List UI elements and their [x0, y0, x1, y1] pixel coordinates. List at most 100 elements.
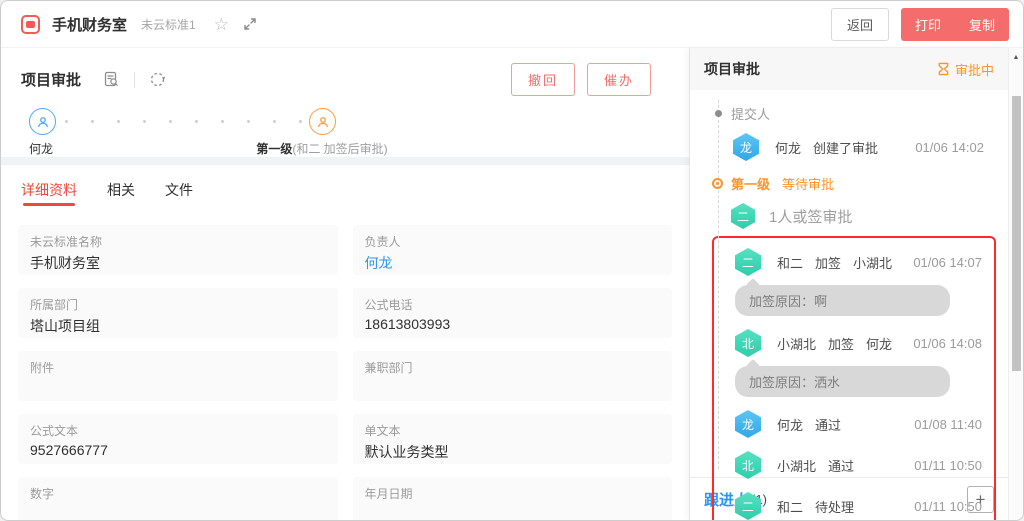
- approval-detail-icon[interactable]: [103, 71, 120, 88]
- tab-detail[interactable]: 详细资料: [21, 180, 77, 212]
- avatar-hexagon: 龙: [733, 133, 759, 161]
- timeline-stage: 第一级 等待审批: [712, 174, 1008, 193]
- field-label: 未云标准名称: [30, 233, 326, 250]
- entry-name: 小湖北: [777, 456, 816, 475]
- detail-tabs: 详细资料 相关 文件: [1, 165, 689, 212]
- tab-files[interactable]: 文件: [165, 180, 193, 212]
- entry-action: 待处理: [815, 497, 854, 516]
- scrollbar-up-icon[interactable]: ▲: [1009, 54, 1023, 61]
- back-button[interactable]: 返回: [831, 8, 889, 41]
- section-separator: [1, 157, 689, 164]
- entry-action: 通过: [815, 415, 841, 434]
- field-value: 塔山项目组: [30, 316, 326, 336]
- urge-button[interactable]: 催办: [587, 63, 651, 96]
- entry-time: 01/06 14:08: [913, 336, 982, 351]
- print-button[interactable]: 打印: [901, 8, 955, 41]
- avatar-hexagon: 二: [731, 203, 755, 229]
- approval-timeline: 提交人 龙 何龙 创建了审批 01/06 14:02 第一级 等待审批 二 1人…: [690, 90, 1008, 477]
- sidebar-title: 项目审批: [704, 59, 760, 79]
- flow-submitter-name: 何龙: [29, 140, 53, 157]
- app-logo-icon: [21, 15, 40, 34]
- flow-stage-label: 第一级(和二 加签后审批): [172, 140, 472, 157]
- record-type-tag: 未云标准1: [141, 16, 196, 33]
- annotation-red-box: 二 和二 加签 小湖北 01/06 14:07 加签原因：啊 北 小湖北 加签 …: [712, 236, 996, 521]
- field-value-link[interactable]: 何龙: [365, 253, 661, 273]
- timeline-entry-created: 龙 何龙 创建了审批 01/06 14:02: [733, 133, 996, 161]
- stage-bullet-icon: [712, 178, 723, 189]
- refresh-flow-icon[interactable]: [149, 71, 166, 88]
- approval-sidebar: 项目审批 审批中 提交人 龙 何龙 创建了审批 01/06 14:02: [689, 48, 1008, 520]
- app-window: 手机财务室 未云标准1 ☆ 返回 打印 复制 项目审批: [0, 0, 1024, 521]
- field-date: 年月日期: [353, 477, 673, 521]
- field-label: 年月日期: [365, 485, 661, 502]
- stage-name: 第一级: [731, 174, 770, 193]
- avatar-hexagon: 二: [735, 248, 761, 276]
- status-text: 审批中: [955, 60, 994, 79]
- entry-time: 01/11 10:50: [914, 499, 982, 514]
- timeline-group: 二 1人或签审批: [731, 203, 1008, 229]
- entry-time: 01/06 14:07: [913, 255, 982, 270]
- entry-name: 小湖北: [777, 334, 816, 353]
- timeline-entry: 二 和二 待处理 01/11 10:50: [735, 492, 982, 520]
- hourglass-icon: [937, 62, 950, 76]
- field-grid: 未云标准名称手机财务室 负责人何龙 所属部门塔山项目组 公式电话 18613803…: [1, 212, 689, 521]
- entry-time: 01/06 14:02: [915, 140, 984, 155]
- field-attachment: 附件: [18, 351, 338, 401]
- field-value: 18613803993: [365, 316, 661, 332]
- note-bubble: 加签原因：啊: [735, 285, 950, 316]
- avatar-hexagon: 龙: [735, 410, 761, 438]
- field-label: 负责人: [365, 233, 661, 250]
- copy-button[interactable]: 复制: [955, 8, 1009, 41]
- top-header: 手机财务室 未云标准1 ☆ 返回 打印 复制: [1, 1, 1023, 48]
- entry-time: 01/11 10:50: [914, 458, 982, 473]
- favorite-star-icon[interactable]: ☆: [214, 16, 229, 33]
- field-name: 未云标准名称手机财务室: [18, 225, 338, 275]
- field-label: 公式电话: [365, 296, 661, 313]
- entry-action: 通过: [828, 456, 854, 475]
- field-department: 所属部门塔山项目组: [18, 288, 338, 338]
- scrollbar-thumb[interactable]: [1012, 96, 1021, 371]
- timeline-submitter: 提交人: [715, 104, 1008, 123]
- withdraw-button[interactable]: 撤回: [511, 63, 575, 96]
- entry-action: 加签: [828, 334, 854, 353]
- field-value: 默认业务类型: [365, 442, 661, 462]
- submitter-label: 提交人: [731, 104, 770, 123]
- main-content: 项目审批 撤回 催办 何龙: [1, 48, 689, 520]
- scrollbar[interactable]: ▲: [1008, 48, 1023, 520]
- stage-status: 等待审批: [782, 174, 834, 193]
- field-formula-text: 公式文本 9527666777: [18, 414, 338, 464]
- action-button-group: 打印 复制: [901, 8, 1009, 41]
- field-label: 附件: [30, 359, 326, 376]
- approval-title: 项目审批: [21, 69, 81, 90]
- sidebar-header: 项目审批 审批中: [690, 48, 1008, 90]
- field-label: 公式文本: [30, 422, 326, 439]
- avatar-hexagon: 北: [735, 451, 761, 479]
- field-label: 单文本: [365, 422, 661, 439]
- field-owner: 负责人何龙: [353, 225, 673, 275]
- field-phone: 公式电话 18613803993: [353, 288, 673, 338]
- entry-name: 和二: [777, 497, 803, 516]
- entry-name: 和二: [777, 253, 803, 272]
- timeline-bullet: [715, 110, 722, 117]
- timeline-entry: 二 和二 加签 小湖北 01/06 14:07: [735, 248, 982, 276]
- field-value: 9527666777: [30, 442, 326, 458]
- group-label: 1人或签审批: [769, 206, 852, 227]
- flow-stage-name: 第一级: [256, 142, 292, 156]
- field-single-text: 单文本默认业务类型: [353, 414, 673, 464]
- entry-name: 何龙: [777, 415, 803, 434]
- expand-icon[interactable]: [243, 17, 257, 31]
- entry-target: 小湖北: [853, 253, 892, 272]
- record-title: 手机财务室: [52, 14, 127, 35]
- timeline-entry: 龙 何龙 通过 01/08 11:40: [735, 410, 982, 438]
- timeline-entry: 北 小湖北 加签 何龙 01/06 14:08: [735, 329, 982, 357]
- avatar-hexagon: 二: [735, 492, 761, 520]
- field-secondary-dept: 兼职部门: [353, 351, 673, 401]
- approval-status-badge: 审批中: [937, 60, 994, 79]
- entry-action: 加签: [815, 253, 841, 272]
- timeline-line: [718, 100, 719, 469]
- field-label: 数字: [30, 485, 326, 502]
- entry-name: 何龙: [775, 138, 801, 157]
- divider: [134, 72, 135, 88]
- entry-target: 何龙: [866, 334, 892, 353]
- tab-related[interactable]: 相关: [107, 180, 135, 212]
